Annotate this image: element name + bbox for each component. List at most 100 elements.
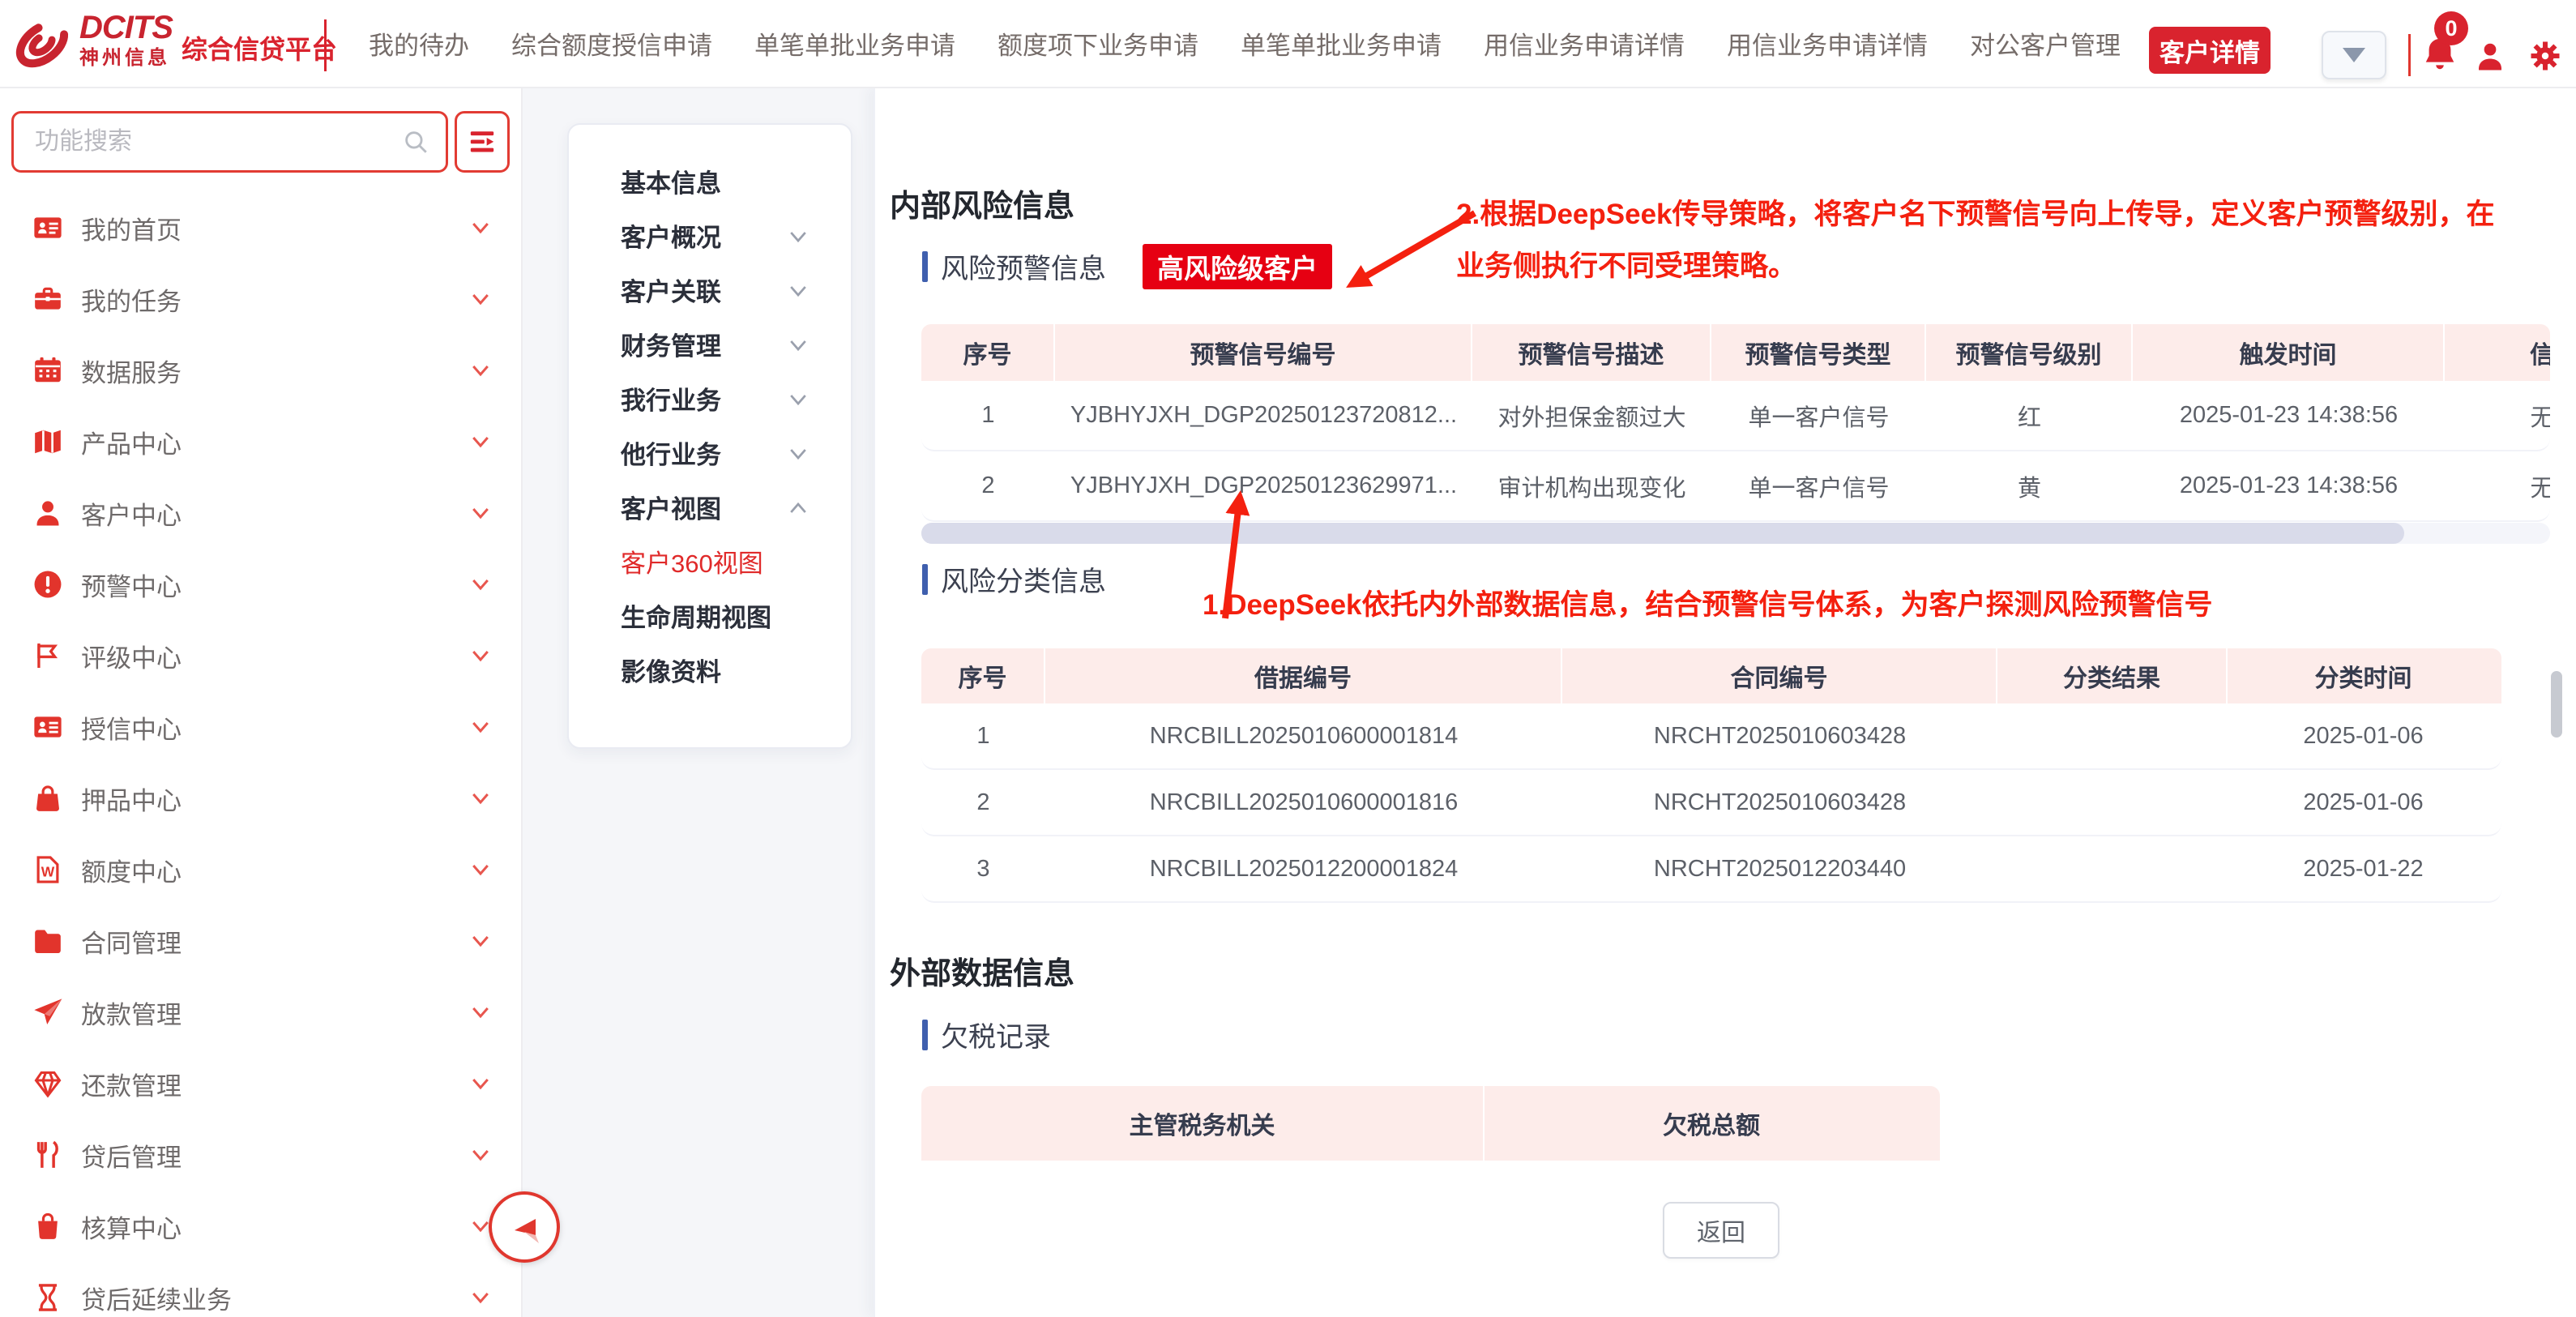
- top-nav-item[interactable]: 我的待办: [369, 25, 469, 62]
- back-button[interactable]: 返回: [1663, 1202, 1779, 1259]
- search-input[interactable]: [33, 127, 402, 156]
- annotation-arrow-2: [1322, 200, 1485, 306]
- horizontal-scrollbar-thumb[interactable]: [921, 523, 2404, 544]
- top-nav-item[interactable]: 用信业务申请详情: [1484, 25, 1685, 62]
- top-nav-item[interactable]: 额度项下业务申请: [998, 25, 1198, 62]
- submenu-item[interactable]: 客户360视图: [569, 534, 851, 588]
- sidebar-item[interactable]: 授信中心: [0, 691, 521, 763]
- chevron-down-icon: [468, 929, 493, 953]
- table-row[interactable]: 1 YJBHYJXH_DGP20250123720812... 对外担保金额过大…: [921, 381, 2550, 451]
- top-nav: 我的待办 综合额度授信申请 单笔单批业务申请 额度项下业务申请 单笔单批业务申请…: [369, 0, 2263, 87]
- chevron-down-icon: [786, 279, 809, 301]
- idcard-icon: [32, 212, 63, 243]
- active-tab-customer-detail[interactable]: 客户详情: [2149, 27, 2271, 74]
- cell: NRCHT2025012203440: [1562, 836, 1997, 901]
- tax-section-header: 欠税记录: [922, 1015, 1051, 1054]
- table-row[interactable]: 2 NRCBILL2025010600001816 NRCHT202501060…: [921, 770, 2501, 836]
- sidebar-item[interactable]: 评级中心: [0, 620, 521, 691]
- annotation-note-1: 1.DeepSeek依托内外部数据信息，结合预警信号体系，为客户探测风险预警信号: [1203, 579, 2213, 631]
- cell: 单一客户信号: [1711, 451, 1926, 520]
- chevron-down-icon: [468, 1143, 493, 1167]
- submenu-item[interactable]: 财务管理: [569, 317, 851, 371]
- sidebar-item[interactable]: 我的首页: [0, 192, 521, 263]
- sidebar-item[interactable]: 贷后管理: [0, 1119, 521, 1191]
- map-icon: [32, 426, 63, 457]
- vertical-scrollbar-thumb[interactable]: [2551, 671, 2562, 738]
- table-row[interactable]: 2 YJBHYJXH_DGP20250123629971... 审计机构出现变化…: [921, 451, 2550, 522]
- sidebar-item[interactable]: 还款管理: [0, 1048, 521, 1119]
- horizontal-scrollbar-track[interactable]: [921, 523, 2550, 544]
- brand-block: DCITS 神州信息: [79, 11, 173, 68]
- chevron-down-icon: [468, 216, 493, 240]
- submenu-item[interactable]: 客户视图: [569, 480, 851, 534]
- submenu-item[interactable]: 他行业务: [569, 425, 851, 480]
- main-content: 内部风险信息 风险预警信息 高风险级客户 2.根据DeepSeek传导策略，将客…: [874, 87, 2576, 1317]
- sidebar-item[interactable]: 放款管理: [0, 977, 521, 1048]
- calendar-icon: [32, 355, 63, 386]
- sidebar-item[interactable]: 贷后延续业务: [0, 1262, 521, 1317]
- cell: NRCHT2025010603428: [1562, 703, 1997, 768]
- top-nav-item[interactable]: 单笔单批业务申请: [1241, 25, 1442, 62]
- submenu-item[interactable]: 我行业务: [569, 371, 851, 425]
- sidebar-item[interactable]: 数据服务: [0, 335, 521, 406]
- sidebar-item[interactable]: 预警中心: [0, 549, 521, 620]
- sidebar-item[interactable]: 合同管理: [0, 905, 521, 977]
- section-bar: [922, 1020, 928, 1050]
- column-header: 预警信号类型: [1711, 324, 1926, 381]
- user-icon[interactable]: [2473, 39, 2507, 73]
- sidebar-item[interactable]: 我的任务: [0, 263, 521, 335]
- chevron-down-icon: [468, 358, 493, 383]
- high-risk-customer-badge: 高风险级客户: [1143, 244, 1332, 289]
- submenu-item[interactable]: 客户关联: [569, 263, 851, 317]
- table-body: 1 YJBHYJXH_DGP20250123720812... 对外担保金额过大…: [921, 381, 2550, 522]
- gear-icon[interactable]: [2528, 39, 2562, 73]
- menu-collapse-button[interactable]: [455, 111, 510, 173]
- annotation-note-2: 2.根据DeepSeek传导策略，将客户名下预警信号向上传导，定义客户预警级别，…: [1456, 189, 2501, 293]
- flag-icon: [32, 640, 63, 671]
- content-background: 基本信息 客户概况 客户关联: [523, 87, 874, 1317]
- column-header: 预警信号级别: [1926, 324, 2133, 381]
- risk-class-label: 风险分类信息: [941, 559, 1106, 599]
- sidebar-item[interactable]: 产品中心: [0, 406, 521, 477]
- submenu-list: 基本信息 客户概况 客户关联: [569, 154, 851, 697]
- top-nav-item[interactable]: 综合额度授信申请: [511, 25, 712, 62]
- sidebar-item[interactable]: W 额度中心: [0, 834, 521, 905]
- function-search-box: [11, 111, 448, 173]
- top-nav-item[interactable]: 用信业务申请详情: [1727, 25, 1928, 62]
- sidebar-item[interactable]: 核算中心: [0, 1191, 521, 1262]
- handbag-icon: [32, 783, 63, 814]
- cell: 1: [921, 381, 1055, 450]
- chevron-down-icon: [786, 442, 809, 464]
- top-bar: DCITS 神州信息 综合信贷平台 我的待办 综合额度授信申请 单笔单批业务申请…: [0, 0, 2576, 88]
- column-header: 分类时间: [2228, 648, 2499, 703]
- submenu-item[interactable]: 影像资料: [569, 643, 851, 697]
- submenu-item[interactable]: 客户概况: [569, 208, 851, 263]
- cell: YJBHYJXH_DGP20250123720812...: [1055, 381, 1472, 450]
- svg-text:W: W: [41, 864, 55, 880]
- cell: 1: [921, 703, 1045, 768]
- column-header: 合同编号: [1562, 648, 1997, 703]
- sidebar-item[interactable]: 客户中心: [0, 477, 521, 549]
- chevron-down-icon: [468, 430, 493, 454]
- top-nav-item[interactable]: 对公客户管理: [1970, 25, 2121, 62]
- chevron-down-icon: [468, 715, 493, 739]
- chevron-down-icon: [468, 786, 493, 810]
- tab-overflow-dropdown-button[interactable]: [2322, 31, 2386, 79]
- external-data-title: 外部数据信息: [890, 948, 1074, 993]
- submenu-item[interactable]: 生命周期视图: [569, 588, 851, 643]
- cell: NRCBILL2025012200001824: [1045, 836, 1562, 901]
- table-row[interactable]: 3 NRCBILL2025012200001824 NRCHT202501220…: [921, 836, 2501, 903]
- table-body: 1 NRCBILL2025010600001814 NRCHT202501060…: [921, 703, 2501, 903]
- risk-warning-section-header: 风险预警信息: [922, 246, 1106, 286]
- hourglass-icon: [32, 1282, 63, 1313]
- column-header: 主管税务机关: [921, 1086, 1485, 1161]
- submenu-item[interactable]: 基本信息: [569, 154, 851, 208]
- alert-icon: [32, 569, 63, 600]
- annotation-arrow-1: [1193, 474, 1274, 628]
- table-row[interactable]: 1 NRCBILL2025010600001814 NRCHT202501060…: [921, 703, 2501, 770]
- sidebar-collapse-button[interactable]: [489, 1191, 560, 1263]
- sidebar-item[interactable]: 押品中心: [0, 763, 521, 834]
- column-header: 序号: [921, 648, 1045, 703]
- top-nav-item[interactable]: 单笔单批业务申请: [754, 25, 955, 62]
- risk-class-section-header: 风险分类信息: [922, 559, 1106, 599]
